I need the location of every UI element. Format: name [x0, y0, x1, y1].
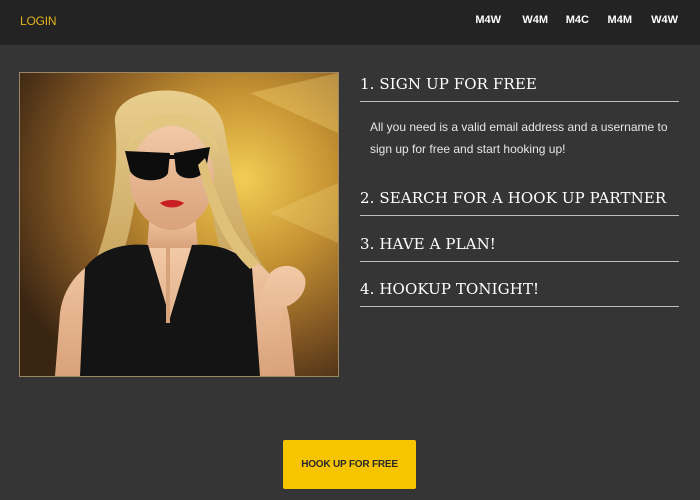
hero-image	[19, 72, 339, 377]
login-link[interactable]: LOGIN	[20, 14, 57, 28]
hook-up-for-free-button[interactable]: HOOK UP FOR FREE	[283, 440, 416, 489]
nav-item-w4m[interactable]: W4M	[522, 14, 548, 26]
step-3-divider	[360, 261, 679, 262]
step-1-title: 1. SIGN UP FOR FREE	[360, 75, 537, 93]
step-1-description: All you need is a valid email address an…	[370, 120, 668, 156]
step-1-divider	[360, 101, 679, 102]
nav-item-m4w[interactable]: M4W	[475, 14, 501, 26]
nav-item-w4w[interactable]: W4W	[651, 14, 678, 26]
top-navigation-bar: LOGIN M4W W4M M4C M4M W4W	[0, 0, 700, 45]
nav-item-m4m[interactable]: M4M	[608, 14, 632, 26]
step-2-divider	[360, 215, 679, 216]
step-3-title: 3. HAVE A PLAN!	[360, 235, 496, 253]
step-2-title: 2. SEARCH FOR A HOOK UP PARTNER	[360, 189, 667, 207]
step-4-title: 4. HOOKUP TONIGHT!	[360, 280, 540, 298]
nav-item-m4c[interactable]: M4C	[566, 14, 589, 26]
step-4-divider	[360, 306, 679, 307]
woman-with-sunglasses-illustration	[20, 73, 338, 376]
